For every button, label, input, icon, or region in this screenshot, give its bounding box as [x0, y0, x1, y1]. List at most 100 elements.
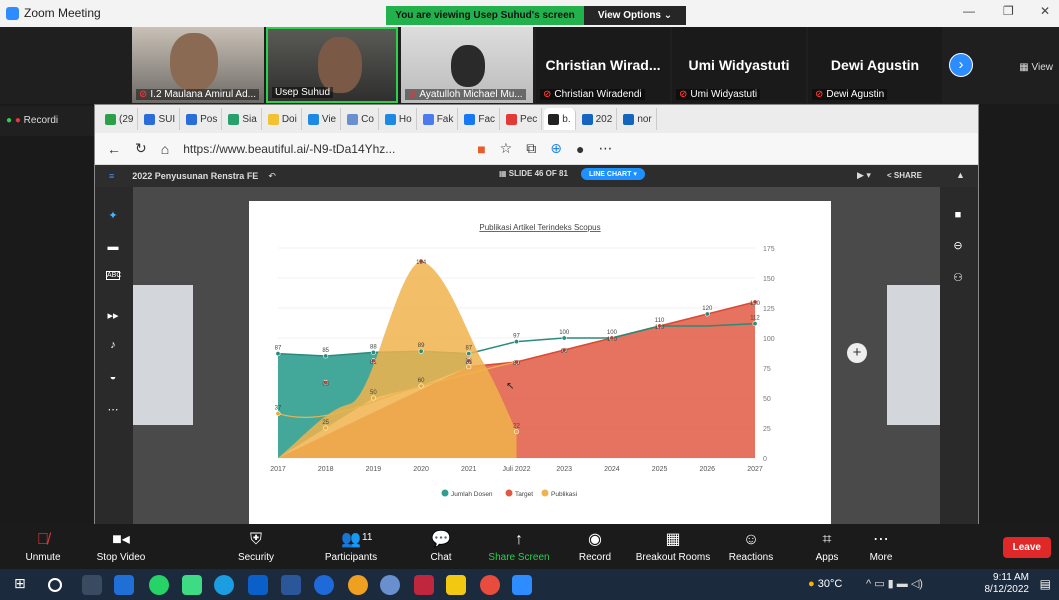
data-label: 112 [750, 316, 760, 322]
add-slide-button[interactable]: + [847, 343, 867, 363]
download-icon[interactable]: ⊕ [550, 140, 562, 157]
menu-icon[interactable]: ⋯ [598, 140, 612, 157]
clock[interactable]: 9:11 AM 8/12/2022 [985, 572, 1030, 596]
back-icon[interactable]: ← [107, 141, 121, 157]
unmute-button[interactable]: 🎙̸ Unmute [0, 528, 86, 563]
app-icon[interactable] [480, 575, 500, 595]
browser-tab[interactable]: Vie [304, 108, 342, 130]
favorite-icon[interactable]: ☆ [500, 140, 513, 157]
prev-slide-thumbnail[interactable] [133, 285, 193, 425]
browser-tab[interactable]: Ho [381, 108, 417, 130]
user-icon[interactable]: ▲ [956, 170, 965, 180]
stop-video-button[interactable]: ■◂ Stop Video [78, 528, 164, 563]
next-page-button[interactable]: › [949, 53, 973, 77]
more-icon[interactable]: ⋯ [106, 403, 120, 416]
search-icon[interactable] [48, 578, 62, 592]
reload-icon[interactable]: ↻ [135, 140, 147, 157]
more-button[interactable]: ⋯ More [838, 528, 924, 563]
browser-tab[interactable]: nor [619, 108, 657, 130]
participants-button[interactable]: 👥 Participants 11 [308, 528, 394, 563]
chart-type-button[interactable]: LINE CHART ▾ [581, 168, 645, 180]
tab-title: SUI [158, 113, 176, 125]
collections-icon[interactable]: ⧉ [526, 140, 536, 157]
chat-button[interactable]: 💬 Chat [398, 528, 484, 563]
recording-indicator[interactable]: ● ● Recordi [0, 106, 94, 136]
file-explorer-icon[interactable] [446, 575, 466, 595]
share-screen-button[interactable]: ↑ Share Screen [476, 528, 562, 563]
participant-tile[interactable]: Dewi Agustin ⊘ Dewi Agustin [808, 27, 942, 103]
app-icon[interactable] [380, 575, 400, 595]
participant-tile[interactable]: ⊘ I.2 Maulana Amirul Ad... [132, 27, 264, 103]
app-icon[interactable] [414, 575, 434, 595]
restore-icon[interactable]: ❐ [1003, 4, 1014, 18]
browser-tab[interactable]: 202 [578, 108, 618, 130]
browser-tab[interactable]: SUI [140, 108, 181, 130]
tray-icons[interactable]: ^ ▭ ▮ ▬ ◁) [866, 577, 923, 590]
undo-icon[interactable]: ↶ [268, 171, 276, 182]
data-label: 50 [370, 390, 377, 396]
browser-tab[interactable]: Sia [224, 108, 262, 130]
view-button[interactable]: ▦ View [1019, 62, 1053, 73]
project-title: 2022 Penyusunan Renstra FE [132, 171, 259, 181]
windows-taskbar: ⊞ ● 30°C ^ ▭ ▮ ▬ ◁) 9:11 AM 8/12/2022 ▤ [0, 569, 1059, 600]
tab-title: Pec [520, 113, 538, 125]
home-icon[interactable]: ⌂ [161, 141, 169, 157]
theme-icon[interactable]: ✦ [106, 209, 120, 222]
data-label: 164 [416, 260, 427, 266]
minimize-icon[interactable]: — [963, 4, 975, 18]
breakout-rooms-button[interactable]: ▦ Breakout Rooms [630, 528, 716, 563]
task-view-icon[interactable] [82, 575, 102, 595]
url-field[interactable]: https://www.beautiful.ai/-N9-tDa14Yhz... [183, 142, 463, 156]
participant-tile[interactable]: Christian Wirad... ⊘ Christian Wiradendi [536, 27, 670, 103]
audio-icon[interactable]: ♪ [106, 339, 120, 351]
next-slide-thumbnail[interactable] [887, 285, 943, 425]
browser-tab[interactable]: Fac [460, 108, 501, 130]
browser-tab[interactable]: Fak [419, 108, 459, 130]
text-icon[interactable]: ABC [106, 271, 121, 280]
mail-icon[interactable] [248, 575, 268, 595]
windows-start-icon[interactable]: ⊞ [14, 575, 34, 595]
browser-tab[interactable]: (29 [101, 108, 139, 130]
slide-counter[interactable]: ▦ SLIDE 46 OF 81 [499, 169, 568, 178]
reactions-button[interactable]: ☺ Reactions [708, 528, 794, 563]
chrome-icon[interactable] [348, 575, 368, 595]
view-options-button[interactable]: View Options ⌄ [584, 6, 686, 25]
app-icon[interactable] [314, 575, 334, 595]
add-user-icon[interactable]: ⚇ [951, 271, 965, 284]
weather-label[interactable]: ● 30°C [808, 578, 842, 590]
participant-tile[interactable]: ⊘ Ayatulloh Michael Mu... [401, 27, 533, 103]
browser-tab[interactable]: Pos [182, 108, 223, 130]
animate-icon[interactable]: ▸▸ [106, 309, 120, 322]
zoom-taskbar-icon[interactable] [512, 575, 532, 595]
leave-button[interactable]: Leave [1002, 537, 1051, 558]
lock-icon[interactable]: ◒ [106, 371, 120, 383]
extension-icon[interactable]: ■ [477, 141, 485, 157]
participant-tile[interactable]: Umi Widyastuti ⊘ Umi Widyastuti [672, 27, 806, 103]
store-icon[interactable] [114, 575, 134, 595]
play-icon[interactable]: ▶ ▾ [857, 170, 871, 181]
mic-muted-icon: ⊘ [815, 89, 824, 100]
comment-icon[interactable]: ■ [951, 209, 965, 221]
layout-icon[interactable]: ▬ [106, 241, 120, 253]
app-icon[interactable] [281, 575, 301, 595]
participant-gallery: ⊘ I.2 Maulana Amirul Ad... Usep Suhud ⊘ Ay… [0, 27, 1059, 104]
data-label: 63 [322, 381, 329, 387]
notification-icon[interactable]: ▤ [1040, 577, 1051, 591]
whatsapp-icon[interactable] [149, 575, 169, 595]
close-icon[interactable]: ✕ [1040, 4, 1050, 18]
security-button[interactable]: ⛨ Security [213, 528, 299, 563]
account-icon[interactable]: ⊖ [951, 239, 965, 252]
browser-tab[interactable]: Doi [264, 108, 302, 130]
participant-tile-active[interactable]: Usep Suhud [266, 27, 398, 103]
share-button[interactable]: < SHARE [887, 171, 922, 180]
participant-name-text: Ayatulloh Michael Mu... [419, 89, 523, 100]
browser-tab[interactable]: Pec [502, 108, 543, 130]
profile-icon[interactable]: ● [576, 141, 584, 157]
data-label: 87 [465, 346, 472, 352]
browser-tab[interactable]: Co [343, 108, 379, 130]
browser-tab[interactable]: b. [544, 108, 576, 130]
menu-hamburger-icon[interactable]: ≡ [109, 171, 114, 181]
app-icon[interactable] [182, 575, 202, 595]
record-button[interactable]: ◉ Record [552, 528, 638, 563]
edge-icon[interactable] [214, 575, 234, 595]
